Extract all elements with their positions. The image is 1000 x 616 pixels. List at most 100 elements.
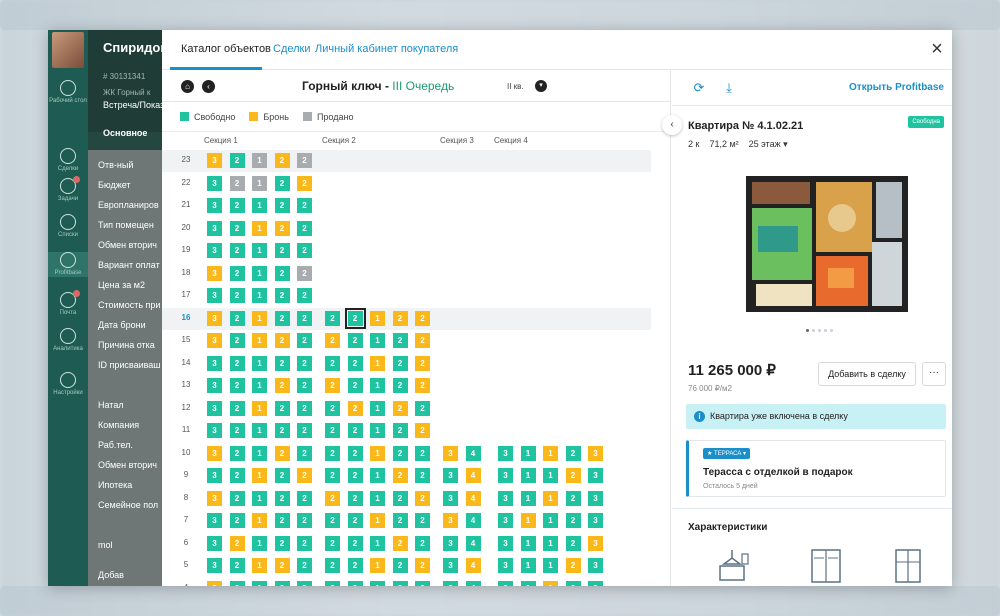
apartment-cell[interactable]: 1 [370,558,385,573]
apartment-cell[interactable]: 4 [465,445,481,461]
apartment-cell[interactable]: 2 [347,378,363,393]
apartment-cell[interactable]: 2 [347,558,363,573]
apartment-cell[interactable]: 2 [347,445,363,461]
apartment-cell[interactable]: 2 [565,535,581,551]
apartment-cell[interactable]: 2 [274,153,290,168]
apartment-cell[interactable]: 2 [297,535,312,551]
apartment-cell[interactable]: 2 [392,378,408,393]
apartment-cell[interactable]: 1 [252,288,267,303]
apartment-cell[interactable]: 1 [252,445,267,461]
apartment-cell[interactable]: 2 [392,400,408,416]
lead-tab-main[interactable]: Основное [103,128,147,138]
apartment-cell[interactable]: 2 [392,445,408,461]
apartment-cell[interactable]: 2 [325,333,340,348]
apartment-cell[interactable]: 2 [392,580,408,586]
apartment-cell[interactable]: 2 [274,355,290,371]
apartment-cell[interactable]: 2 [274,310,290,326]
sidebar-item-3[interactable]: Списки [48,214,88,239]
apartment-cell[interactable]: 3 [207,198,222,213]
apartment-cell[interactable]: 2 [325,468,340,483]
apartment-cell[interactable]: 2 [229,490,245,506]
lead-field[interactable]: Обмен вторич [98,460,157,470]
apartment-cell[interactable]: 2 [297,378,312,393]
apartment-cell[interactable]: 1 [543,580,558,586]
apartment-cell[interactable]: 2 [274,175,290,191]
apartment-cell[interactable]: 2 [347,333,363,348]
apartment-cell[interactable]: 3 [207,378,222,393]
lead-field[interactable]: Натал [98,400,124,410]
tab-deals[interactable]: Сделки [273,43,311,55]
download-icon[interactable]: ⤓ [722,81,736,95]
apartment-cell[interactable]: 2 [415,378,430,393]
collapse-arrow-icon[interactable]: ‹ [662,115,682,135]
lead-field[interactable]: Стоимость при [98,300,160,310]
apartment-cell[interactable]: 2 [274,378,290,393]
apartment-cell[interactable]: 2 [229,445,245,461]
apartment-cell[interactable]: 2 [274,513,290,528]
apartment-cell[interactable]: 1 [252,423,267,438]
apartment-cell[interactable]: 1 [252,355,267,371]
apartment-cell[interactable]: 2 [297,333,312,348]
apartment-cell[interactable]: 3 [207,175,222,191]
apartment-cell[interactable]: 3 [207,423,222,438]
apartment-cell[interactable]: 3 [207,153,222,168]
apartment-cell[interactable]: 2 [229,535,245,551]
apartment-cell[interactable]: 2 [415,310,430,326]
apartment-cell[interactable]: 1 [252,400,267,416]
lead-field[interactable]: Цена за м2 [98,280,145,290]
apartment-cell[interactable]: 3 [443,445,458,461]
apartment-cell[interactable]: 2 [229,378,245,393]
lead-field[interactable]: Ипотека [98,480,132,490]
apartment-cell[interactable]: 2 [297,513,312,528]
apartment-cell[interactable]: 2 [229,243,245,258]
apartment-cell[interactable]: 3 [207,265,222,281]
apartment-cell[interactable]: 3 [443,490,458,506]
lead-field[interactable]: Раб.тел. [98,440,133,450]
apartment-cell[interactable]: 2 [325,445,340,461]
apartment-cell[interactable]: 2 [415,513,430,528]
apartment-cell[interactable]: 3 [443,468,458,483]
lead-field[interactable]: Компания [98,420,139,430]
apartment-cell[interactable]: 4 [465,468,481,483]
lead-field[interactable]: Вариант оплат [98,260,160,270]
apartment-cell[interactable]: 2 [325,558,340,573]
apartment-cell[interactable]: 3 [207,333,222,348]
apartment-cell[interactable]: 2 [229,198,245,213]
apartment-cell[interactable]: 4 [465,558,481,573]
apartment-cell[interactable]: 2 [415,468,430,483]
apartment-cell[interactable]: 1 [370,355,385,371]
apartment-cell[interactable]: 3 [207,513,222,528]
apartment-cell[interactable]: 1 [520,445,536,461]
apartment-cell[interactable]: 3 [588,580,603,586]
lead-field[interactable]: Тип помещен [98,220,154,230]
lead-field[interactable]: mol [98,540,113,550]
apartment-cell[interactable]: 2 [392,423,408,438]
apartment-cell[interactable]: 2 [297,490,312,506]
apartment-cell[interactable]: 1 [252,378,267,393]
apartment-cell[interactable]: 2 [347,513,363,528]
sidebar-item-6[interactable]: Аналитика [48,328,88,353]
apartment-cell[interactable]: 2 [392,558,408,573]
apartment-cell[interactable]: 2 [229,265,245,281]
apartment-cell[interactable]: 1 [370,333,385,348]
apartment-cell[interactable]: 1 [252,220,267,236]
apartment-cell[interactable]: 2 [297,310,312,326]
apartment-cell[interactable]: 2 [325,490,340,506]
lead-field[interactable]: Дата брони [98,320,146,330]
apartment-cell[interactable]: 2 [229,288,245,303]
apartment-cell[interactable]: 2 [297,580,312,586]
apartment-cell[interactable]: 2 [229,580,245,586]
apartment-cell[interactable]: 2 [325,423,340,438]
apartment-cell[interactable]: 2 [274,198,290,213]
apartment-cell[interactable]: 2 [325,310,340,326]
sidebar-item-1[interactable]: Сделки [48,148,88,173]
apartment-cell[interactable]: 2 [347,535,363,551]
apartment-cell[interactable]: 2 [274,400,290,416]
apartment-cell[interactable]: 2 [229,400,245,416]
apartment-cell[interactable]: 4 [465,513,481,528]
apartment-cell[interactable]: 2 [297,355,312,371]
apartment-cell[interactable]: 1 [543,513,558,528]
tab-catalog[interactable]: Каталог объектов [181,43,271,55]
apartment-cell[interactable]: 4 [465,490,481,506]
home-icon[interactable]: ⌂ [181,80,194,93]
